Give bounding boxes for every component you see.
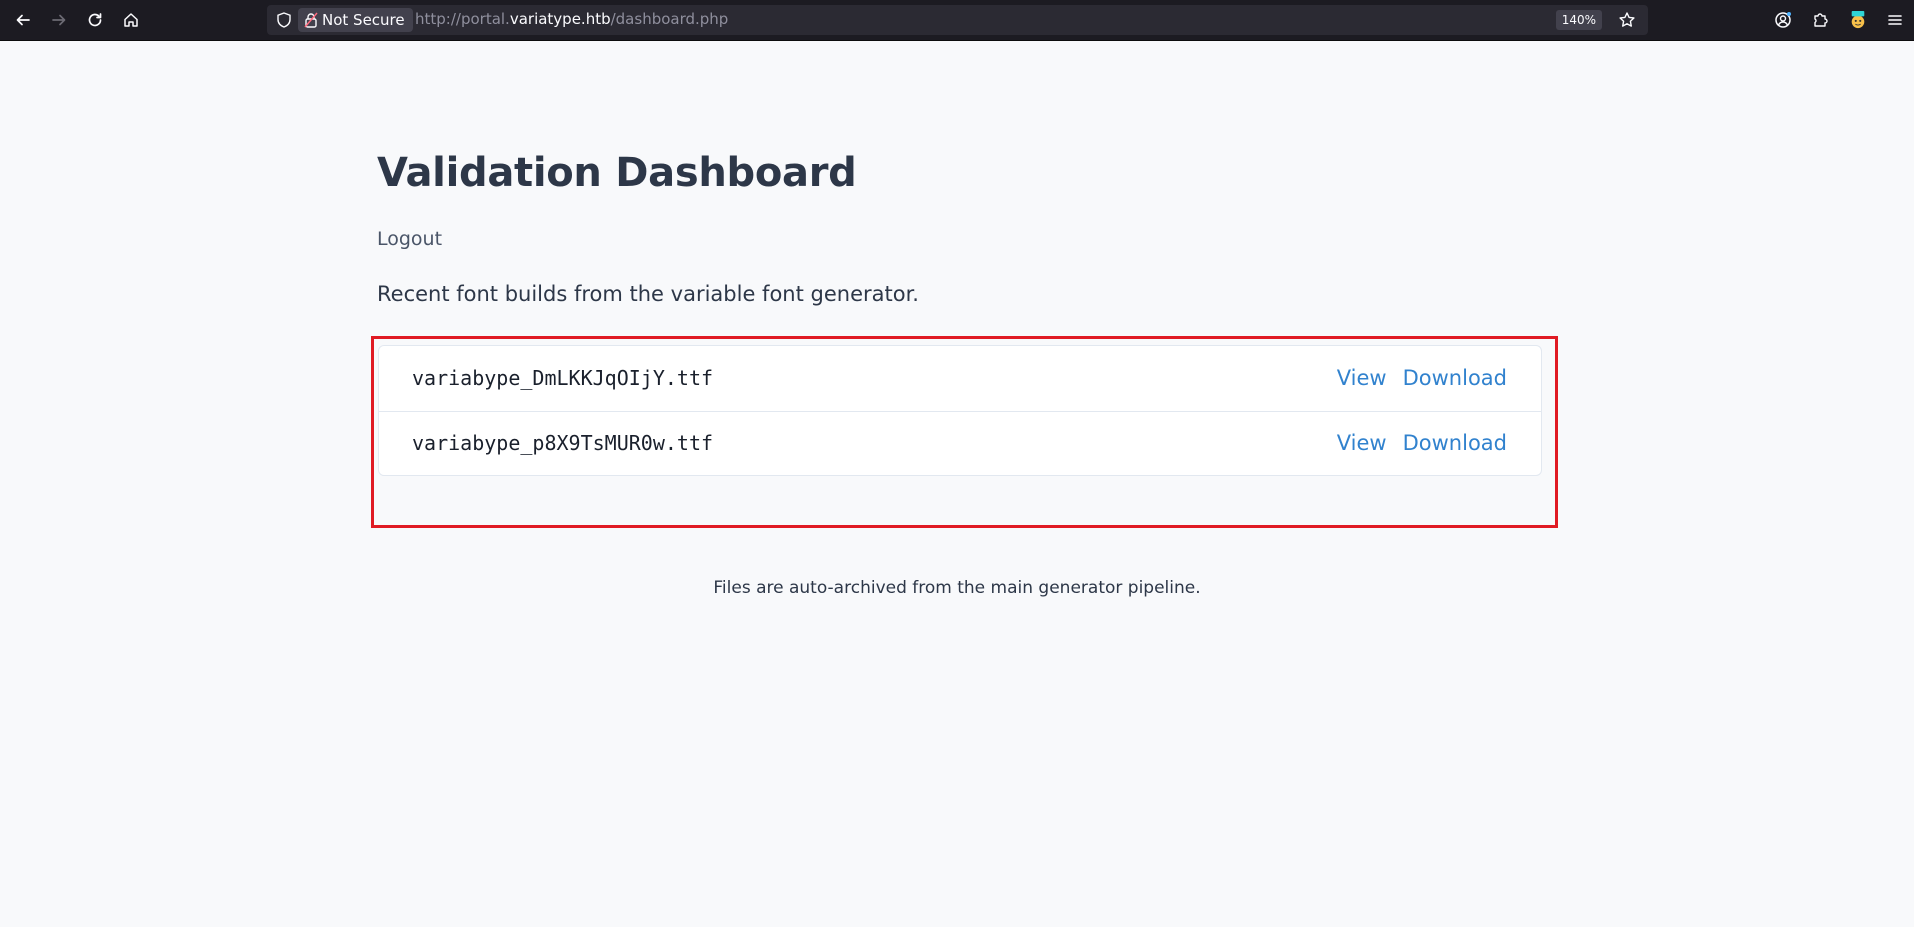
back-button[interactable]	[10, 7, 36, 33]
url-path: /dashboard.php	[610, 10, 729, 28]
home-icon	[124, 13, 138, 27]
logout-link[interactable]: Logout	[377, 228, 442, 250]
url-bar[interactable]: Not Secure http://portal.variatype.htb/d…	[267, 5, 1648, 35]
burp-icon	[1851, 11, 1865, 29]
file-actions: View Download	[1337, 366, 1507, 390]
url-prefix: http://portal.	[415, 10, 510, 28]
download-link[interactable]: Download	[1403, 366, 1507, 390]
view-link[interactable]: View	[1337, 431, 1387, 455]
home-button[interactable]	[118, 7, 144, 33]
not-secure-label: Not Secure	[322, 11, 405, 29]
insecure-lock-icon	[304, 12, 318, 28]
app-menu-button[interactable]	[1882, 7, 1908, 33]
file-row: variabype_p8X9TsMUR0w.ttf View Download	[379, 411, 1541, 476]
file-row: variabype_DmLKKJqOIjY.ttf View Download	[379, 346, 1541, 412]
file-actions: View Download	[1337, 431, 1507, 455]
footer-note: Files are auto-archived from the main ge…	[713, 578, 1201, 598]
url-domain: variatype.htb	[509, 10, 611, 28]
arrow-right-icon	[52, 14, 66, 26]
file-name: variabype_DmLKKJqOIjY.ttf	[412, 366, 714, 390]
reload-button[interactable]	[82, 7, 108, 33]
view-link[interactable]: View	[1337, 366, 1387, 390]
burp-extension-button[interactable]	[1845, 7, 1871, 33]
account-icon	[1775, 12, 1791, 28]
arrow-left-icon	[16, 14, 30, 26]
extensions-button[interactable]	[1807, 7, 1833, 33]
bookmark-star-icon[interactable]	[1618, 11, 1636, 29]
shield-icon[interactable]	[275, 11, 293, 29]
intro-text: Recent font builds from the variable fon…	[377, 282, 919, 306]
puzzle-icon	[1814, 13, 1828, 27]
browser-toolbar: Not Secure http://portal.variatype.htb/d…	[0, 0, 1914, 41]
zoom-level-button[interactable]: 140%	[1555, 10, 1602, 30]
hamburger-menu-icon	[1888, 15, 1902, 25]
download-link[interactable]: Download	[1403, 431, 1507, 455]
url-text[interactable]: http://portal.variatype.htb/dashboard.ph…	[415, 10, 728, 28]
account-button[interactable]	[1770, 7, 1796, 33]
reload-icon	[88, 13, 102, 27]
forward-button[interactable]	[46, 7, 72, 33]
file-list: variabype_DmLKKJqOIjY.ttf View Download …	[378, 345, 1542, 476]
page-title: Validation Dashboard	[377, 150, 857, 196]
not-secure-badge[interactable]: Not Secure	[298, 8, 413, 32]
file-name: variabype_p8X9TsMUR0w.ttf	[412, 431, 714, 455]
